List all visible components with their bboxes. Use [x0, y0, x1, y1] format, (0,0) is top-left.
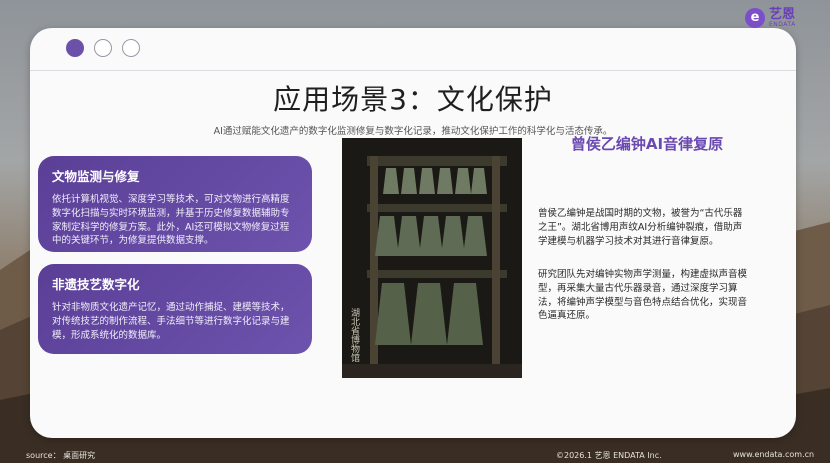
monitoring-box: 文物监测与修复 依托计算机视觉、深度学习等技术，可对文物进行高精度数字化扫描与实… — [38, 156, 312, 252]
dot-white-1 — [94, 39, 112, 57]
logo-e-icon: e — [745, 8, 765, 28]
monitoring-body: 依托计算机视觉、深度学习等技术，可对文物进行高精度数字化扫描与实时环境监测，并基… — [52, 194, 290, 247]
bells-photo: 湖北省博物馆 — [342, 138, 522, 378]
copyright: ©2026.1 艺恩 ENDATA Inc. — [556, 451, 662, 460]
header-divider — [30, 70, 796, 71]
window-dots — [66, 39, 140, 57]
chime-bells-image: 湖北省博物馆 — [342, 138, 522, 378]
heritage-box: 非遗技艺数字化 针对非物质文化遗产记忆，通过动作捕捉、建模等技术，对传统技艺的制… — [38, 264, 312, 354]
heritage-body: 针对非物质文化遗产记忆，通过动作捕捉、建模等技术，对传统技艺的制作流程、手法细节… — [52, 302, 290, 341]
case-paragraph-1: 曾侯乙编钟是战国时期的文物，被誉为“古代乐器之王”。湖北省博用声纹AI分析编钟裂… — [538, 208, 743, 247]
footer: source： 桌面研究 ©2026.1 艺恩 ENDATA Inc. www.… — [0, 449, 830, 463]
heritage-heading: 非遗技艺数字化 — [52, 277, 140, 292]
dot-white-2 — [122, 39, 140, 57]
endata-logo: e 艺恩 ENDATA — [745, 8, 796, 28]
case-title: 曾侯乙编钟AI音律复原 — [570, 135, 724, 153]
monitoring-heading: 文物监测与修复 — [52, 169, 140, 184]
website-link[interactable]: www.endata.com.cn — [733, 450, 814, 459]
logo-en-text: ENDATA — [769, 21, 796, 28]
slide-title: 应用场景3：文化保护 — [273, 83, 553, 116]
museum-caption: 湖北省博物馆 — [349, 308, 360, 363]
logo-cn-text: 艺恩 — [769, 7, 796, 22]
source-note: source： 桌面研究 — [26, 451, 96, 460]
dot-purple — [66, 39, 84, 57]
case-paragraph-2: 研究团队先对编钟实物声学测量，构建虚拟声音模型，再采集大量古代乐器录音，通过深度… — [538, 269, 748, 322]
